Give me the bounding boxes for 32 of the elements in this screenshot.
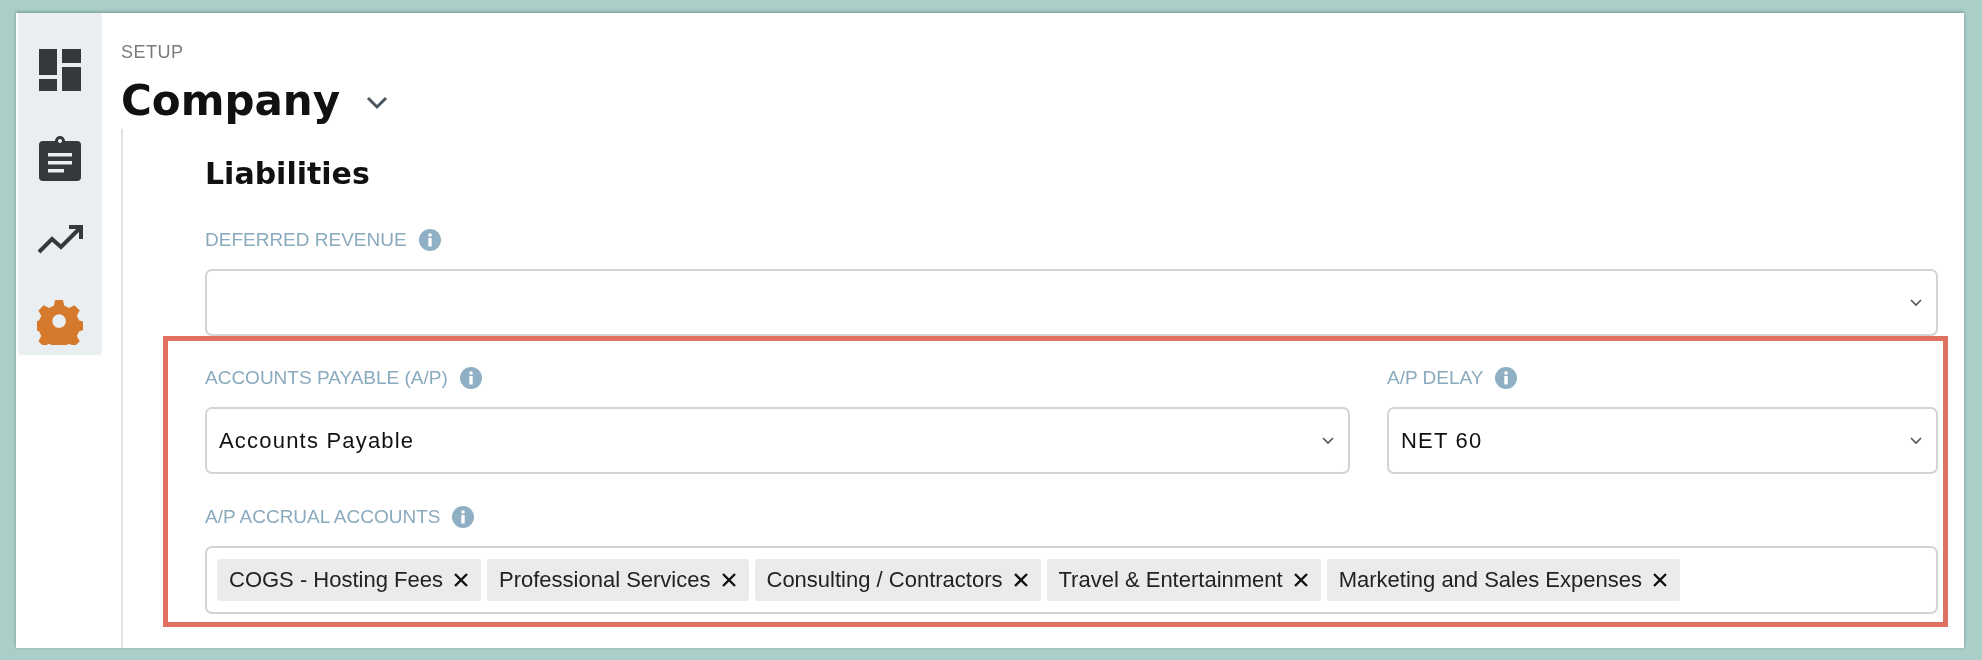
field-label: ACCOUNTS PAYABLE (A/P) xyxy=(205,367,448,389)
field-label: A/P DELAY xyxy=(1387,367,1484,389)
clipboard-icon xyxy=(39,135,81,181)
select-field[interactable] xyxy=(205,269,1938,336)
remove-icon[interactable] xyxy=(720,572,737,588)
remove-icon[interactable] xyxy=(1012,572,1029,588)
tag-label: Consulting / Contractors xyxy=(766,567,1003,593)
field-label: A/P ACCRUAL ACCOUNTS xyxy=(205,506,441,528)
breadcrumb: SETUP xyxy=(121,41,185,63)
chevron-down-icon[interactable] xyxy=(366,96,389,110)
nav-button[interactable] xyxy=(37,225,83,255)
tag-label: COGS - Hosting Fees xyxy=(229,567,443,593)
select-field[interactable]: NET 60 xyxy=(1387,407,1938,474)
trending-up-icon xyxy=(37,225,83,255)
section-title: Liabilities xyxy=(205,155,371,193)
nav-button[interactable] xyxy=(39,135,81,181)
tag-label: Marketing and Sales Expenses xyxy=(1338,567,1642,593)
remove-icon[interactable] xyxy=(1651,572,1668,588)
field-label: DEFERRED REVENUE xyxy=(205,229,407,251)
tag-label: Travel & Entertainment xyxy=(1058,567,1283,593)
multiselect-field[interactable]: COGS - Hosting Fees Professional Services Consulting / Contractors Travel & Entertainment Marketing and Sales Expenses xyxy=(205,546,1938,614)
chevron-down-icon xyxy=(1910,436,1922,445)
select-field[interactable]: Accounts Payable xyxy=(205,407,1350,474)
chevron-down-icon xyxy=(1322,436,1334,445)
dashboard-icon xyxy=(39,49,81,91)
remove-icon[interactable] xyxy=(452,572,469,588)
tag-label: Professional Services xyxy=(498,567,711,593)
chevron-down-icon xyxy=(1910,298,1922,307)
remove-icon[interactable] xyxy=(1292,572,1309,588)
page-title: Company xyxy=(121,75,341,127)
nav-button[interactable] xyxy=(39,49,81,91)
settings-icon xyxy=(37,299,83,345)
